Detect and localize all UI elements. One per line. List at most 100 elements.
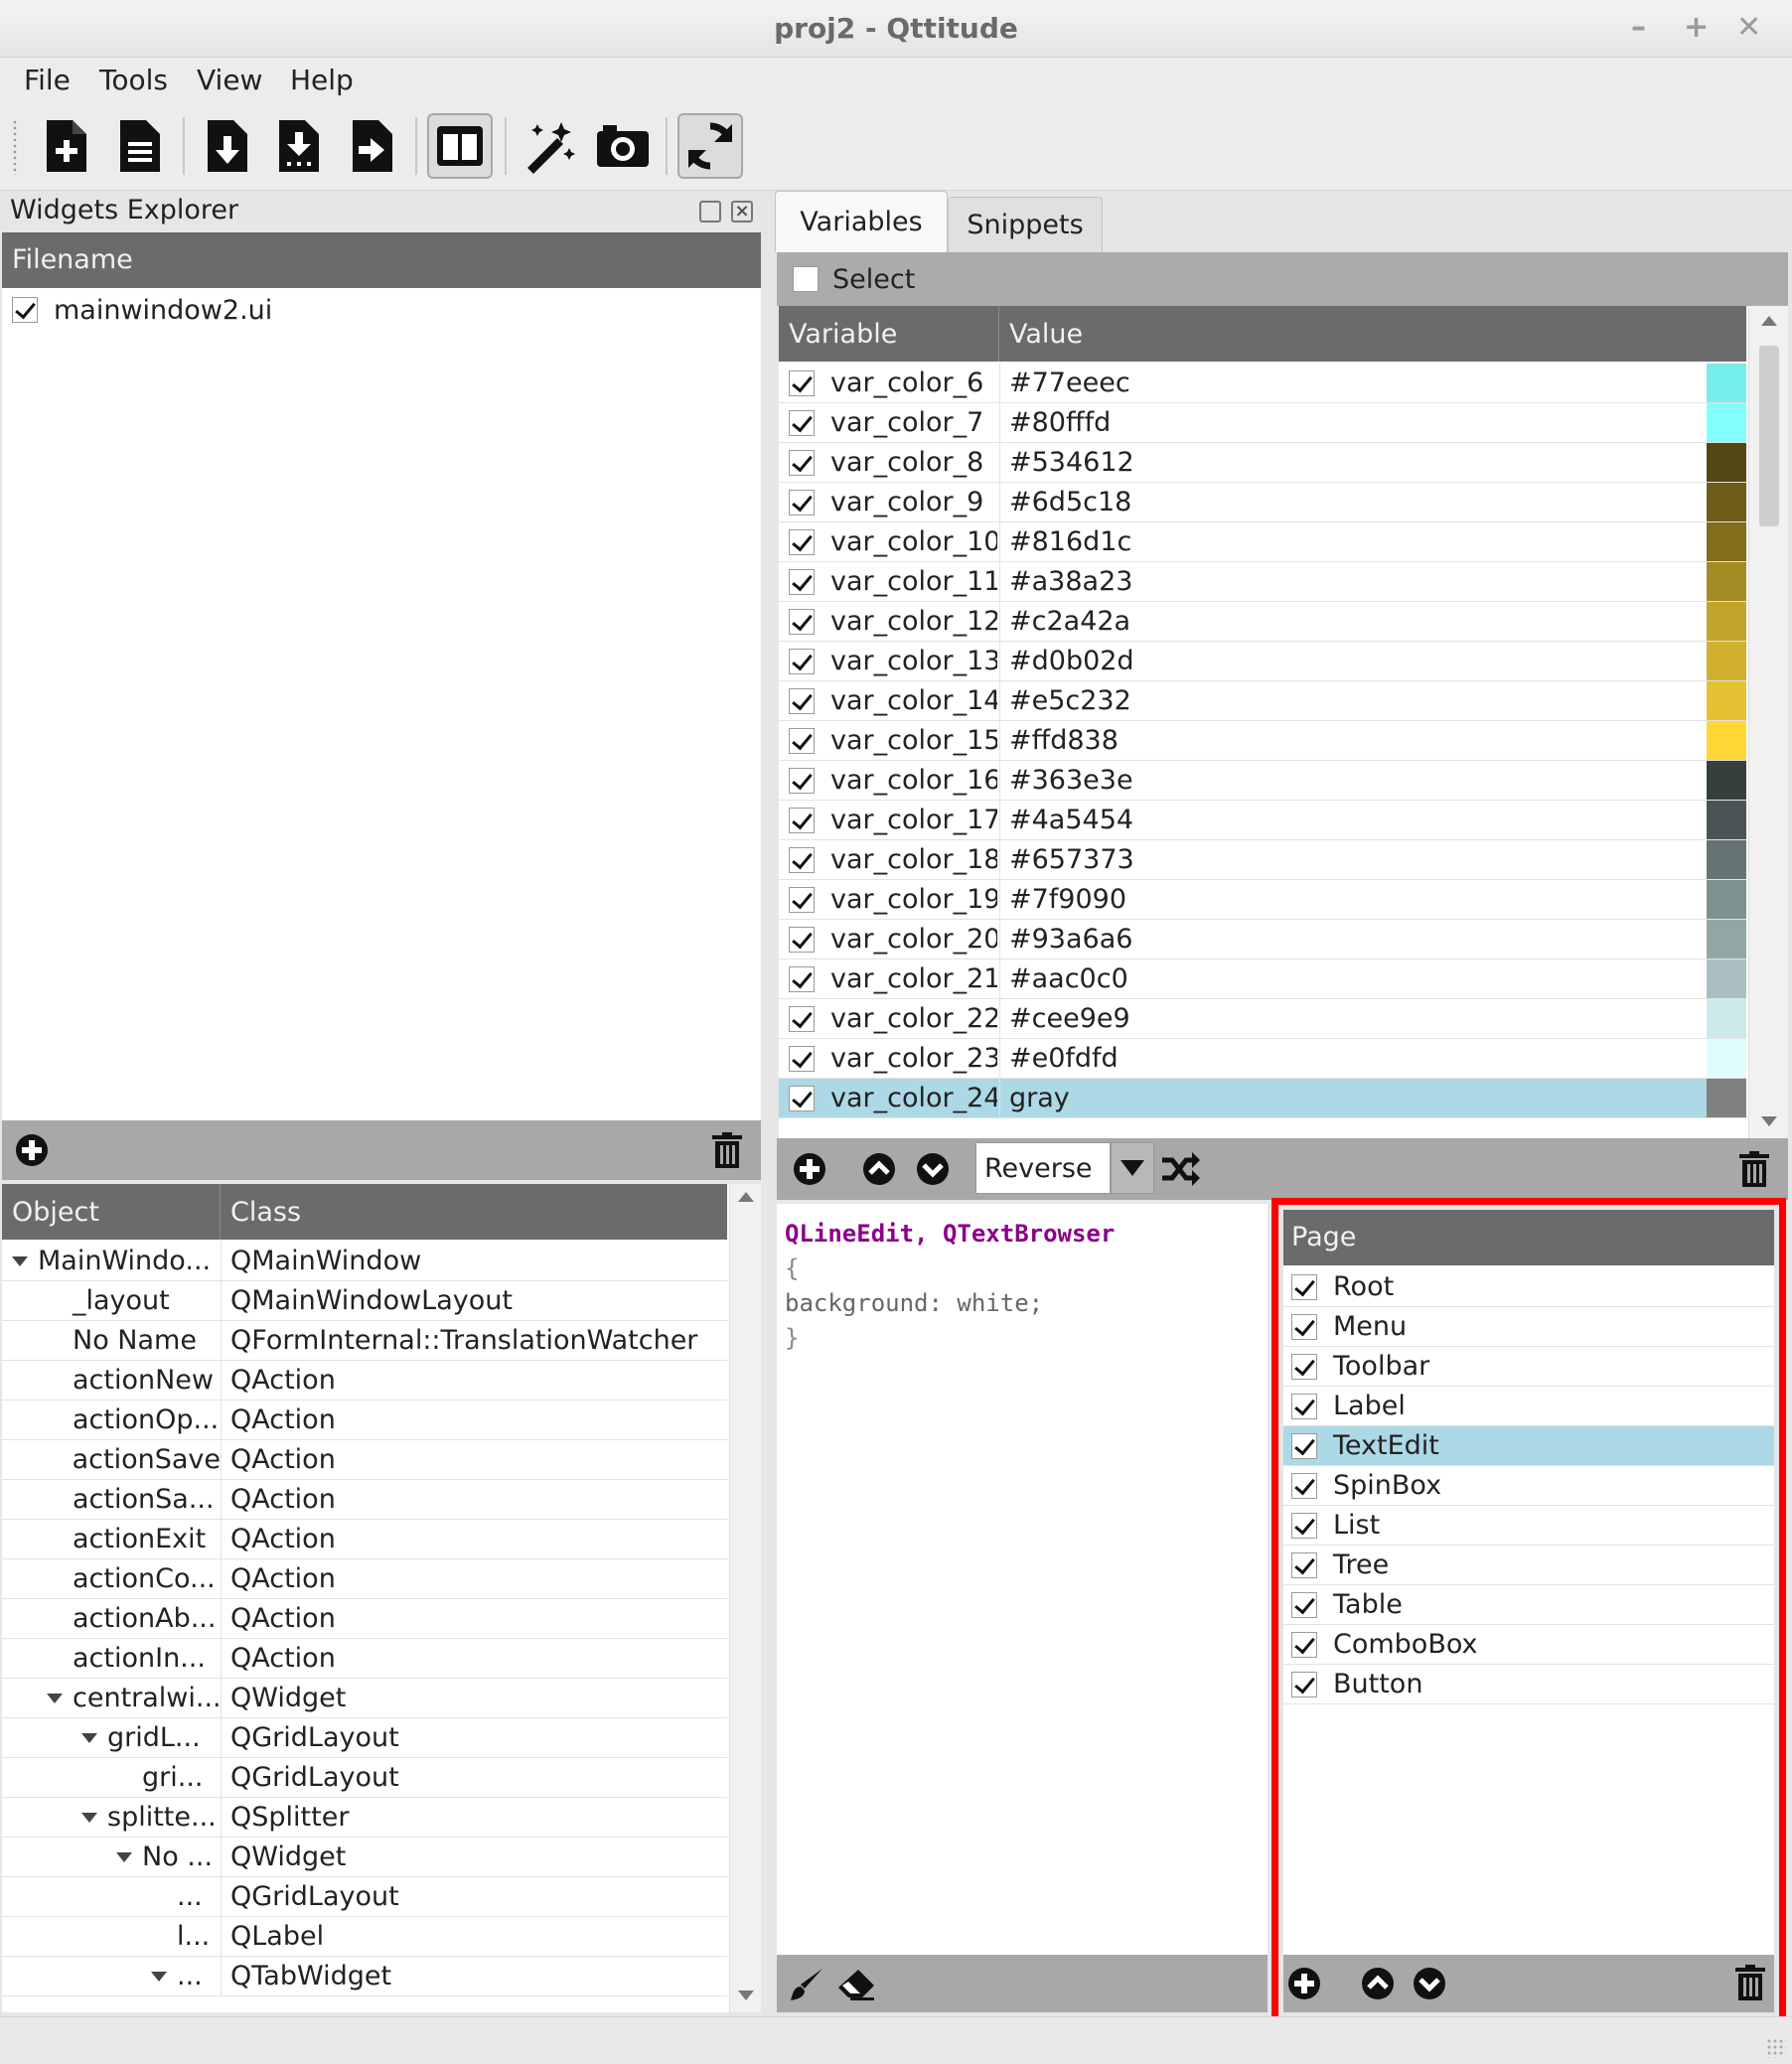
add-icon[interactable] bbox=[14, 1132, 50, 1168]
expand-arrow-icon[interactable] bbox=[81, 1812, 97, 1823]
menu-file[interactable]: File bbox=[24, 64, 71, 96]
variable-row[interactable]: var_color_17 #4a5454 bbox=[779, 801, 1746, 840]
resize-grip[interactable] bbox=[1766, 2038, 1786, 2058]
page-row[interactable]: SpinBox bbox=[1283, 1466, 1774, 1506]
variable-row[interactable]: var_color_11 #a38a23 bbox=[779, 562, 1746, 602]
magic-wand-icon[interactable] bbox=[517, 113, 582, 179]
tree-row[interactable]: actionNew QAction bbox=[2, 1361, 727, 1401]
page-down-icon[interactable] bbox=[1411, 1965, 1448, 2002]
variable-row[interactable]: var_color_14 #e5c232 bbox=[779, 681, 1746, 721]
combo-dropdown-icon[interactable] bbox=[1111, 1142, 1154, 1194]
page-checkbox[interactable] bbox=[1291, 1313, 1317, 1340]
variable-row[interactable]: var_color_16 #363e3e bbox=[779, 761, 1746, 801]
variable-checkbox[interactable] bbox=[789, 1046, 815, 1072]
page-row[interactable]: Table bbox=[1283, 1585, 1774, 1625]
page-up-icon[interactable] bbox=[1359, 1965, 1397, 2002]
page-checkbox[interactable] bbox=[1291, 1512, 1317, 1539]
tree-row[interactable]: ... QTabWidget bbox=[2, 1957, 727, 1996]
stylesheet-editor[interactable]: QLineEdit, QTextBrowser {background: whit… bbox=[777, 1204, 1268, 1955]
variable-row[interactable]: var_color_9 #6d5c18 bbox=[779, 483, 1746, 522]
brush-icon[interactable] bbox=[787, 1965, 826, 2004]
minimize-button[interactable]: – bbox=[1631, 10, 1646, 45]
page-row[interactable]: List bbox=[1283, 1506, 1774, 1546]
tree-row[interactable]: l... QLabel bbox=[2, 1917, 727, 1957]
menu-view[interactable]: View bbox=[197, 64, 262, 96]
tree-row[interactable]: actionCo... QAction bbox=[2, 1559, 727, 1599]
page-row[interactable]: Tree bbox=[1283, 1546, 1774, 1585]
scroll-down-icon[interactable] bbox=[738, 1990, 754, 2000]
move-down-icon[interactable] bbox=[914, 1150, 952, 1188]
variable-checkbox[interactable] bbox=[789, 768, 815, 794]
tree-row[interactable]: actionSa... QAction bbox=[2, 1480, 727, 1520]
page-row[interactable]: TextEdit bbox=[1283, 1426, 1774, 1466]
scroll-up-icon[interactable] bbox=[738, 1192, 754, 1202]
delete-page-icon[interactable] bbox=[1732, 1963, 1768, 2002]
tree-row[interactable]: ... QGridLayout bbox=[2, 1877, 727, 1917]
variable-checkbox[interactable] bbox=[789, 410, 815, 436]
tree-row[interactable]: splitte... QSplitter bbox=[2, 1798, 727, 1838]
trash-icon[interactable] bbox=[709, 1130, 745, 1170]
variable-row[interactable]: var_color_15 #ffd838 bbox=[779, 721, 1746, 761]
camera-icon[interactable] bbox=[590, 113, 656, 179]
expand-arrow-icon[interactable] bbox=[151, 1971, 167, 1982]
variable-checkbox[interactable] bbox=[789, 688, 815, 714]
tab-variables[interactable]: Variables bbox=[775, 191, 948, 252]
variable-row[interactable]: var_color_23 #e0fdfd bbox=[779, 1039, 1746, 1079]
tree-row[interactable]: No ... QWidget bbox=[2, 1838, 727, 1877]
menu-tools[interactable]: Tools bbox=[99, 64, 168, 96]
variable-checkbox[interactable] bbox=[789, 370, 815, 396]
close-button[interactable]: ✕ bbox=[1736, 10, 1761, 45]
open-file-icon[interactable] bbox=[107, 113, 173, 179]
file-checkbox[interactable] bbox=[12, 297, 38, 323]
add-variable-icon[interactable] bbox=[791, 1150, 828, 1188]
move-up-icon[interactable] bbox=[860, 1150, 898, 1188]
toolbar-grip[interactable] bbox=[12, 119, 18, 175]
save-all-icon[interactable] bbox=[266, 113, 332, 179]
tree-row[interactable]: gri... QGridLayout bbox=[2, 1758, 727, 1798]
value-column-header[interactable]: Value bbox=[999, 306, 1746, 362]
tree-row[interactable]: actionAb... QAction bbox=[2, 1599, 727, 1639]
split-view-icon[interactable] bbox=[427, 113, 493, 179]
select-all-checkbox[interactable] bbox=[793, 266, 819, 292]
expand-arrow-icon[interactable] bbox=[81, 1732, 97, 1743]
class-column-header[interactable]: Class bbox=[221, 1184, 727, 1240]
refresh-icon[interactable] bbox=[677, 113, 743, 179]
variable-row[interactable]: var_color_6 #77eeec bbox=[779, 364, 1746, 403]
variable-row[interactable]: var_color_8 #534612 bbox=[779, 443, 1746, 483]
expand-arrow-icon[interactable] bbox=[116, 1851, 132, 1862]
variable-row[interactable]: var_color_19 #7f9090 bbox=[779, 880, 1746, 920]
object-tree-scrollbar[interactable] bbox=[729, 1184, 761, 2012]
variable-checkbox[interactable] bbox=[789, 728, 815, 754]
variable-row[interactable]: var_color_22 #cee9e9 bbox=[779, 999, 1746, 1039]
page-checkbox[interactable] bbox=[1291, 1591, 1317, 1618]
variables-scrollbar[interactable] bbox=[1748, 306, 1788, 1138]
page-checkbox[interactable] bbox=[1291, 1432, 1317, 1459]
object-column-header[interactable]: Object bbox=[2, 1184, 221, 1240]
variable-checkbox[interactable] bbox=[789, 927, 815, 953]
menu-help[interactable]: Help bbox=[290, 64, 354, 96]
variable-checkbox[interactable] bbox=[789, 1006, 815, 1032]
delete-variable-icon[interactable] bbox=[1734, 1148, 1774, 1190]
variable-column-header[interactable]: Variable bbox=[779, 306, 999, 362]
export-icon[interactable] bbox=[340, 113, 405, 179]
new-file-icon[interactable] bbox=[34, 113, 99, 179]
close-dock-icon[interactable]: × bbox=[731, 201, 753, 222]
file-row[interactable]: mainwindow2.ui bbox=[2, 290, 761, 330]
scrollbar-thumb[interactable] bbox=[1759, 346, 1779, 526]
tree-row[interactable]: _layout QMainWindowLayout bbox=[2, 1281, 727, 1321]
variable-row[interactable]: var_color_20 #93a6a6 bbox=[779, 920, 1746, 959]
scroll-down-icon[interactable] bbox=[1761, 1116, 1777, 1126]
tree-row[interactable]: No Name QFormInternal::TranslationWatcher bbox=[2, 1321, 727, 1361]
tree-row[interactable]: actionSave QAction bbox=[2, 1440, 727, 1480]
maximize-button[interactable]: + bbox=[1684, 10, 1709, 45]
page-checkbox[interactable] bbox=[1291, 1273, 1317, 1300]
variable-row[interactable]: var_color_18 #657373 bbox=[779, 840, 1746, 880]
variable-row[interactable]: var_color_13 #d0b02d bbox=[779, 642, 1746, 681]
page-row[interactable]: Label bbox=[1283, 1387, 1774, 1426]
shuffle-icon[interactable] bbox=[1158, 1148, 1202, 1190]
tree-row[interactable]: gridL... QGridLayout bbox=[2, 1718, 727, 1758]
page-row[interactable]: Toolbar bbox=[1283, 1347, 1774, 1387]
sort-combo[interactable]: Reverse bbox=[975, 1142, 1111, 1194]
page-checkbox[interactable] bbox=[1291, 1671, 1317, 1697]
page-row[interactable]: Root bbox=[1283, 1267, 1774, 1307]
